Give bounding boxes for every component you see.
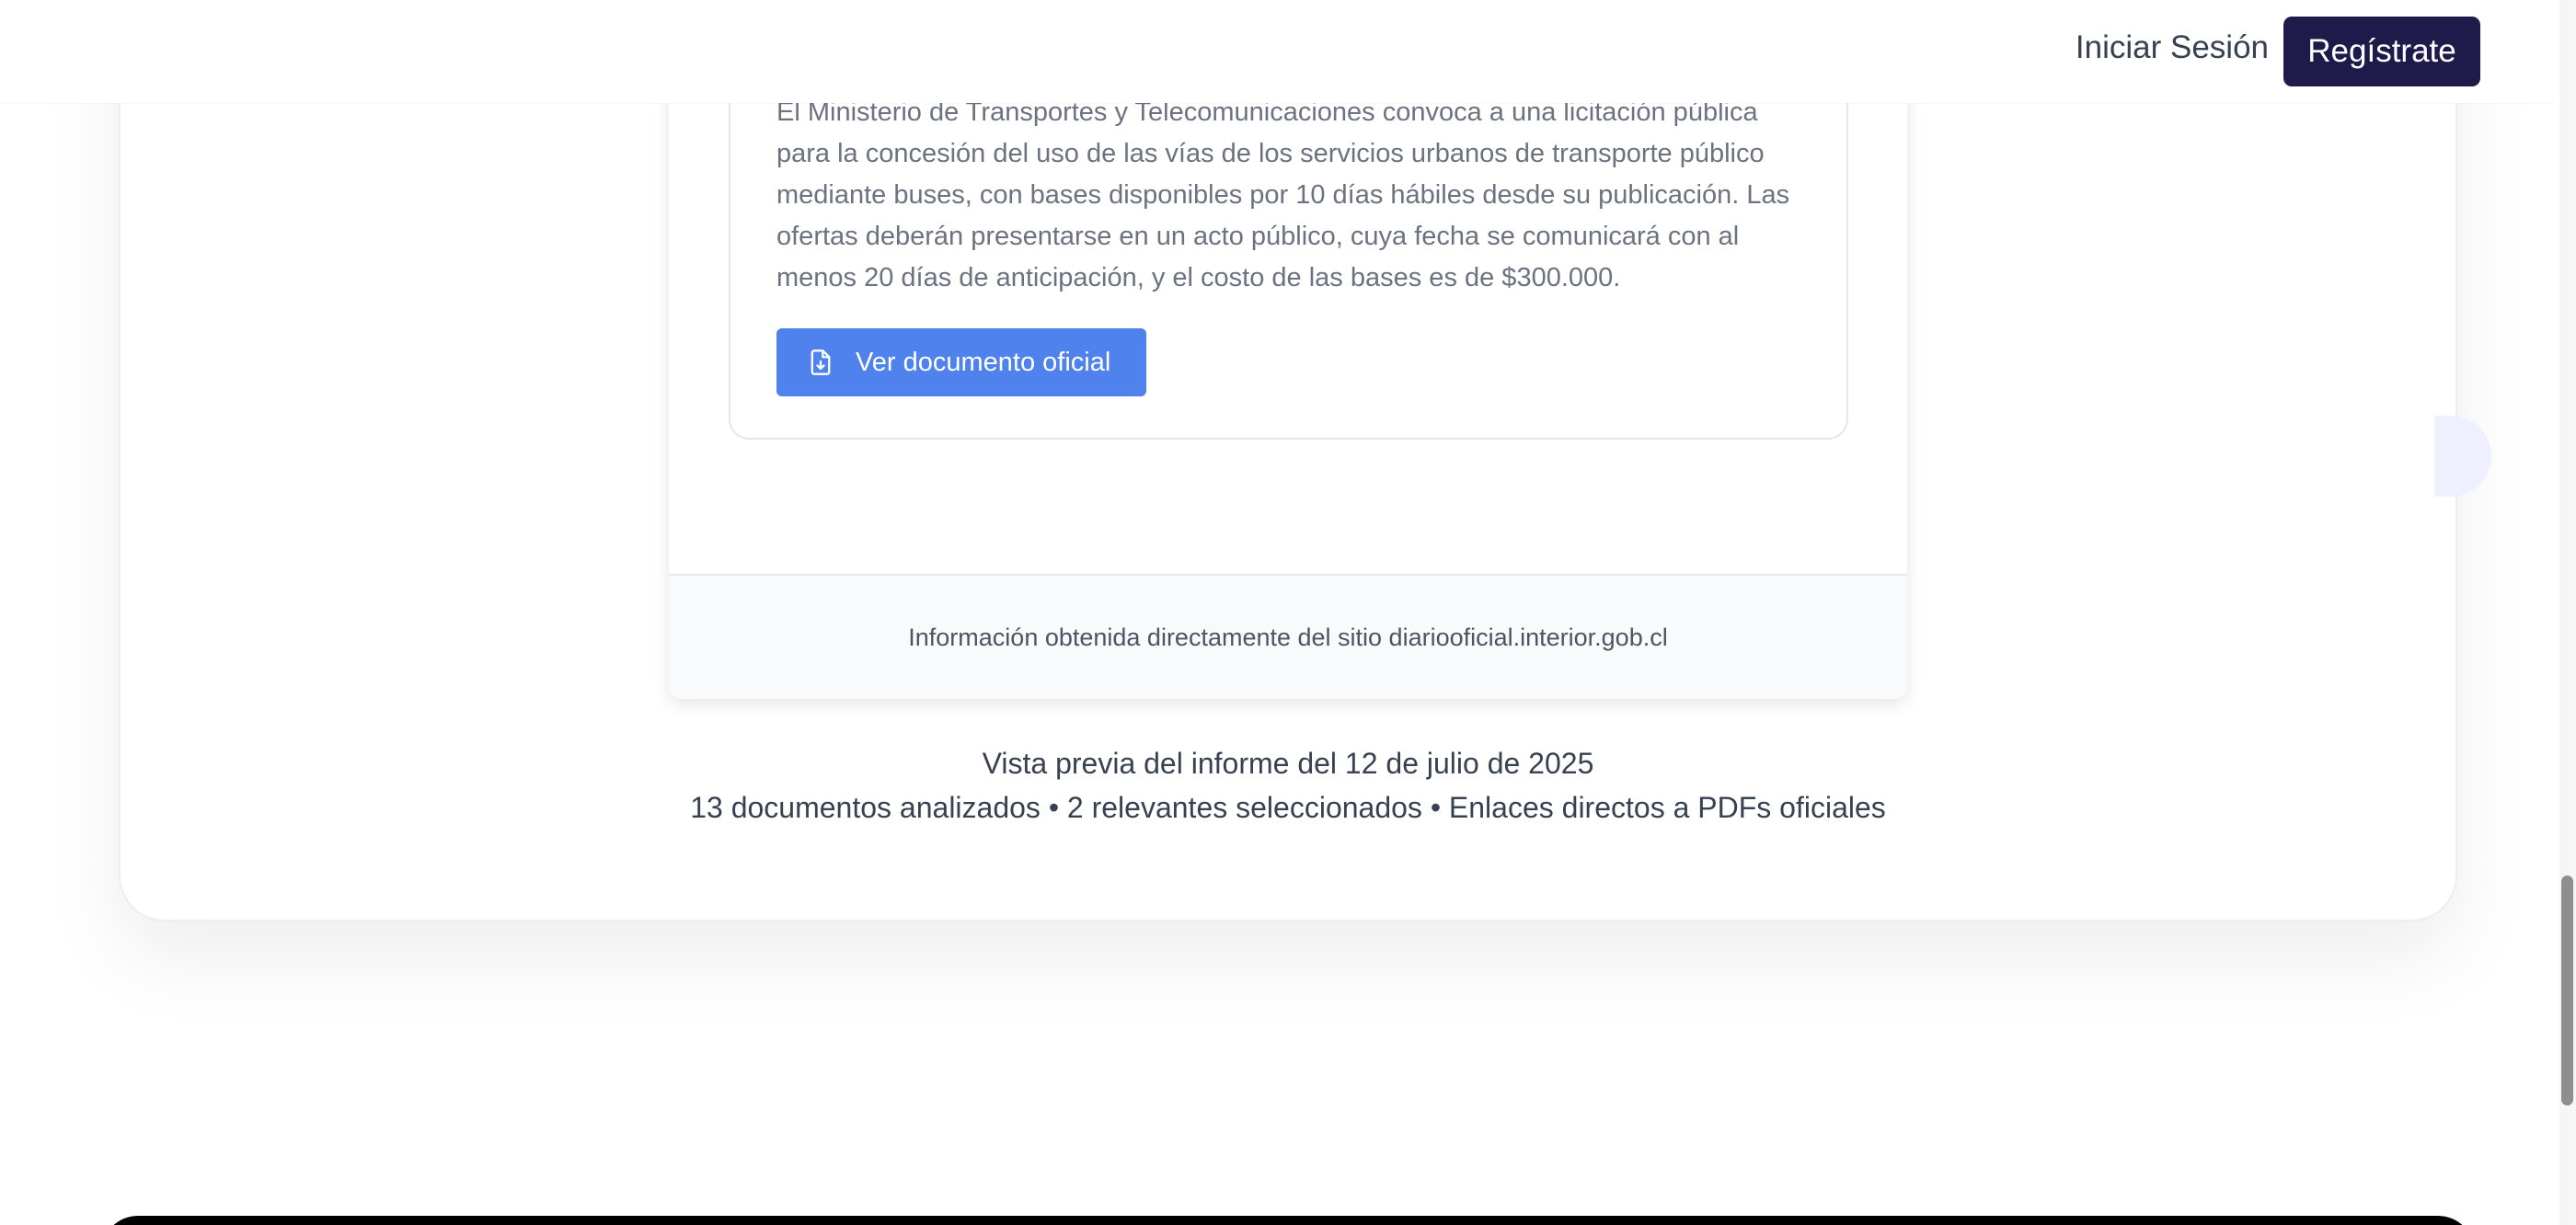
- description-line: mediante buses, con bases disponibles po…: [776, 180, 1790, 210]
- description-line: ofertas deberán presentarse en un acto p…: [776, 222, 1740, 251]
- description-line: para la concesión del uso de las vías de…: [776, 139, 1765, 168]
- description-line: menos 20 días de anticipación, y el cost…: [776, 263, 1621, 292]
- view-official-document-button[interactable]: Ver documento oficial: [776, 328, 1146, 396]
- preview-date-title: Vista previa del informe del 12 de julio…: [982, 747, 1594, 780]
- file-download-icon: [811, 349, 831, 375]
- preview-stats: 13 documentos analizados • 2 relevantes …: [690, 791, 1886, 824]
- dark-footer-section: [101, 1216, 2475, 1225]
- source-note-text: Información obtenida directamente del si…: [908, 623, 1668, 651]
- report-source-note: Información obtenida directamente del si…: [669, 574, 1907, 699]
- document-description: El Ministerio de Transportes y Telecomun…: [776, 92, 1816, 299]
- register-button[interactable]: Regístrate: [2283, 17, 2480, 86]
- scrollbar-thumb[interactable]: [2561, 876, 2573, 1105]
- site-header: Iniciar Sesión Regístrate: [0, 0, 2576, 103]
- register-button-label: Regístrate: [2307, 33, 2456, 69]
- login-link[interactable]: Iniciar Sesión: [2076, 29, 2269, 66]
- view-official-document-label: Ver documento oficial: [856, 347, 1111, 377]
- floating-chat-widget[interactable]: [2434, 416, 2491, 497]
